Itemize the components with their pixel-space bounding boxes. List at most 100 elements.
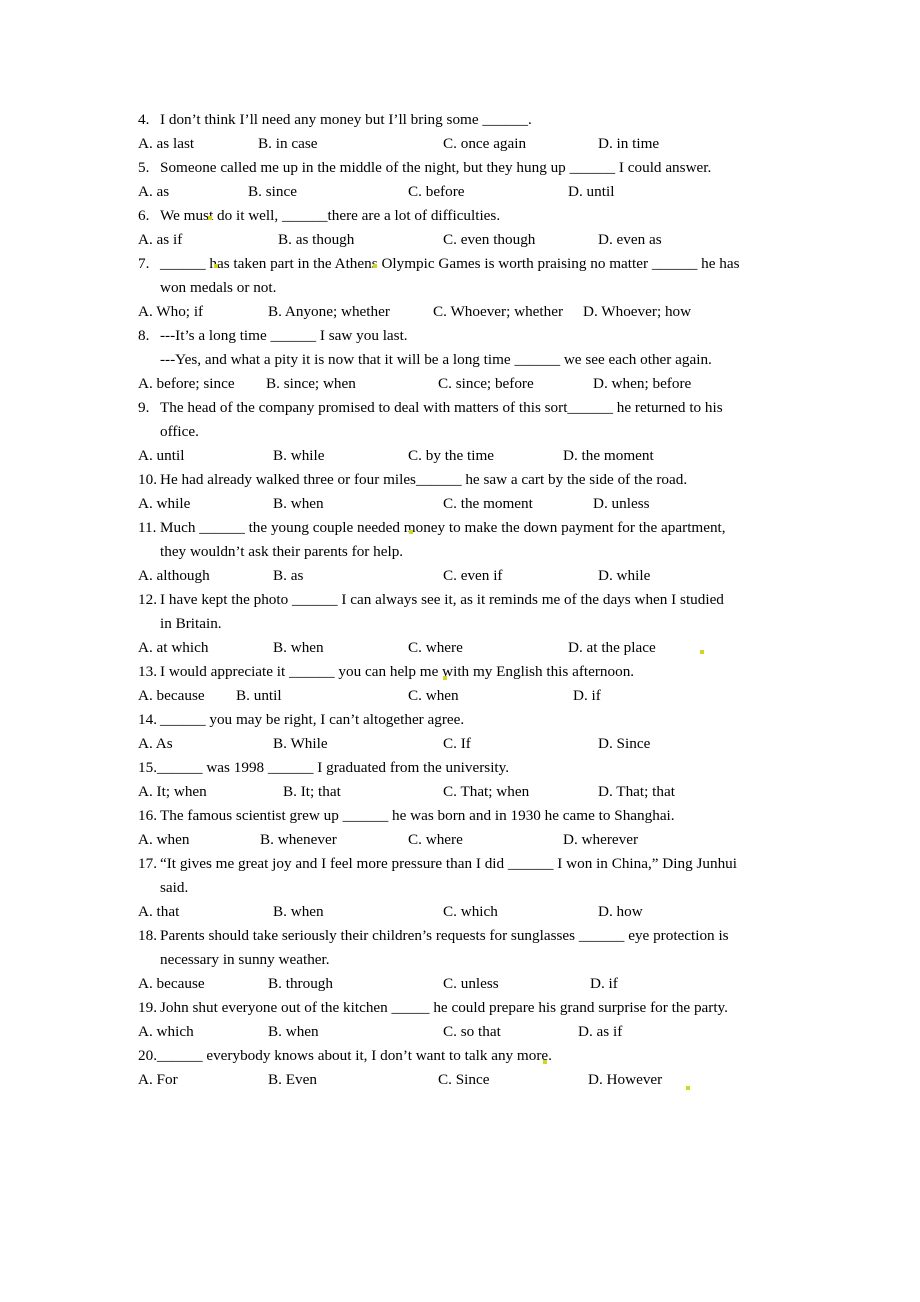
question-number: 9. <box>138 399 150 416</box>
option-choice[interactable]: B. whenever <box>260 828 337 852</box>
option-choice[interactable]: C. so that <box>443 1020 501 1044</box>
question-text: 18. Parents should take seriously their c… <box>138 924 788 948</box>
option-choice[interactable]: A. as last <box>138 132 194 156</box>
option-choice[interactable]: C. before <box>408 180 465 204</box>
question-number: 16. <box>138 807 157 824</box>
option-choice[interactable]: B. when <box>268 1020 319 1044</box>
question-body: John shut everyone out of the kitchen __… <box>160 999 728 1016</box>
option-choice[interactable]: A. As <box>138 732 173 756</box>
option-choice[interactable]: A. as if <box>138 228 182 252</box>
option-choice[interactable]: D. until <box>568 180 614 204</box>
option-choice[interactable]: A. which <box>138 1020 194 1044</box>
option-choice[interactable]: B. It; that <box>283 780 341 804</box>
question-item: 12. I have kept the photo ______ I can al… <box>138 588 788 660</box>
option-choice[interactable]: C. unless <box>443 972 499 996</box>
option-row: A. For B. Even C. Since D. However <box>138 1068 788 1092</box>
question-item: 7. ______ has taken part in the Athens Ol… <box>138 252 788 324</box>
option-choice[interactable]: B. since; when <box>266 372 356 396</box>
option-choice[interactable]: C. when <box>408 684 459 708</box>
question-text: 5. Someone called me up in the middle of … <box>138 156 788 180</box>
option-choice[interactable]: D. as if <box>578 1020 622 1044</box>
option-row: A. before; since B. since; when C. since; … <box>138 372 788 396</box>
option-choice[interactable]: A. because <box>138 684 205 708</box>
option-choice[interactable]: C. where <box>408 636 463 660</box>
option-choice[interactable]: D. when; before <box>593 372 691 396</box>
question-body: in Britain. <box>160 615 222 632</box>
option-choice[interactable]: A. at which <box>138 636 208 660</box>
question-body: ______ you may be right, I can’t altoget… <box>160 711 465 728</box>
option-choice[interactable]: D. wherever <box>563 828 638 852</box>
option-choice[interactable]: D. how <box>598 900 643 924</box>
question-text: 4. I don’t think I’ll need any money but … <box>138 108 788 132</box>
option-choice[interactable]: A. while <box>138 492 190 516</box>
option-row: A. It; when B. It; that C. That; when D. Th… <box>138 780 788 804</box>
option-choice[interactable]: D. at the place <box>568 636 656 660</box>
option-choice[interactable]: D. the moment <box>563 444 654 468</box>
option-choice[interactable]: D. That; that <box>598 780 675 804</box>
option-choice[interactable]: C. which <box>443 900 498 924</box>
question-item: 5. Someone called me up in the middle of … <box>138 156 788 204</box>
option-choice[interactable]: B. as though <box>278 228 354 252</box>
question-text: 19. John shut everyone out of the kitchen… <box>138 996 788 1020</box>
question-body: Someone called me up in the middle of th… <box>160 159 712 176</box>
option-choice[interactable]: B. as <box>273 564 303 588</box>
option-choice[interactable]: A. because <box>138 972 205 996</box>
option-choice[interactable]: C. since; before <box>438 372 534 396</box>
option-choice[interactable]: A. when <box>138 828 189 852</box>
option-row: A. at which B. when C. where D. at the plac… <box>138 636 788 660</box>
option-choice[interactable]: B. through <box>268 972 333 996</box>
option-choice[interactable]: B. until <box>236 684 282 708</box>
question-text: 11. Much ______ the young couple needed m… <box>138 516 788 540</box>
option-choice[interactable]: C. Whoever; whether <box>433 300 563 324</box>
option-choice[interactable]: D. However <box>588 1068 662 1092</box>
question-number: 18. <box>138 927 157 944</box>
option-choice[interactable]: C. Since <box>438 1068 489 1092</box>
option-choice[interactable]: D. if <box>590 972 618 996</box>
option-choice[interactable]: B. While <box>273 732 328 756</box>
option-choice[interactable]: A. Who; if <box>138 300 203 324</box>
option-choice[interactable]: C. If <box>443 732 471 756</box>
question-text: 6. We must do it well, ______there are a … <box>138 204 788 228</box>
option-choice[interactable]: A. It; when <box>138 780 207 804</box>
option-choice[interactable]: C. where <box>408 828 463 852</box>
question-body: ---Yes, and what a pity it is now that i… <box>160 351 712 368</box>
option-choice[interactable]: A. that <box>138 900 179 924</box>
option-choice[interactable]: B. while <box>273 444 324 468</box>
option-choice[interactable]: D. while <box>598 564 650 588</box>
option-choice[interactable]: A. until <box>138 444 184 468</box>
option-choice[interactable]: D. Since <box>598 732 650 756</box>
option-choice[interactable]: C. even if <box>443 564 502 588</box>
option-choice[interactable]: B. when <box>273 492 324 516</box>
option-choice[interactable]: A. as <box>138 180 169 204</box>
option-choice[interactable]: D. if <box>573 684 601 708</box>
question-item: 18. Parents should take seriously their c… <box>138 924 788 996</box>
question-text: 20.______ everybody knows about it, I do… <box>138 1044 788 1068</box>
option-choice[interactable]: A. although <box>138 564 210 588</box>
option-choice[interactable]: A. before; since <box>138 372 235 396</box>
option-choice[interactable]: C. even though <box>443 228 535 252</box>
option-choice[interactable]: B. when <box>273 636 324 660</box>
option-choice[interactable]: C. by the time <box>408 444 494 468</box>
document-page: 4. I don’t think I’ll need any money but … <box>0 0 920 1302</box>
option-choice[interactable]: D. even as <box>598 228 662 252</box>
option-choice[interactable]: C. the moment <box>443 492 533 516</box>
option-choice[interactable]: B. Anyone; whether <box>268 300 390 324</box>
scan-artifact-dot <box>208 216 212 220</box>
question-item: 16. The famous scientist grew up ______ h… <box>138 804 788 852</box>
option-choice[interactable]: D. unless <box>593 492 650 516</box>
option-choice[interactable]: C. once again <box>443 132 526 156</box>
option-row: A. as last B. in case C. once again D. in t… <box>138 132 788 156</box>
option-choice[interactable]: B. in case <box>258 132 317 156</box>
question-body: I have kept the photo ______ I can alway… <box>160 591 724 608</box>
option-choice[interactable]: C. That; when <box>443 780 529 804</box>
option-choice[interactable]: B. since <box>248 180 297 204</box>
question-body: Parents should take seriously their chil… <box>160 927 729 944</box>
option-choice[interactable]: B. when <box>273 900 324 924</box>
question-text: 14. ______ you may be right, I can’t alto… <box>138 708 788 732</box>
question-item: 8. ---It’s a long time ______ I saw you l… <box>138 324 788 396</box>
option-choice[interactable]: D. Whoever; how <box>583 300 691 324</box>
option-choice[interactable]: A. For <box>138 1068 178 1092</box>
question-list: 4. I don’t think I’ll need any money but … <box>138 108 788 1092</box>
option-choice[interactable]: D. in time <box>598 132 659 156</box>
option-choice[interactable]: B. Even <box>268 1068 317 1092</box>
